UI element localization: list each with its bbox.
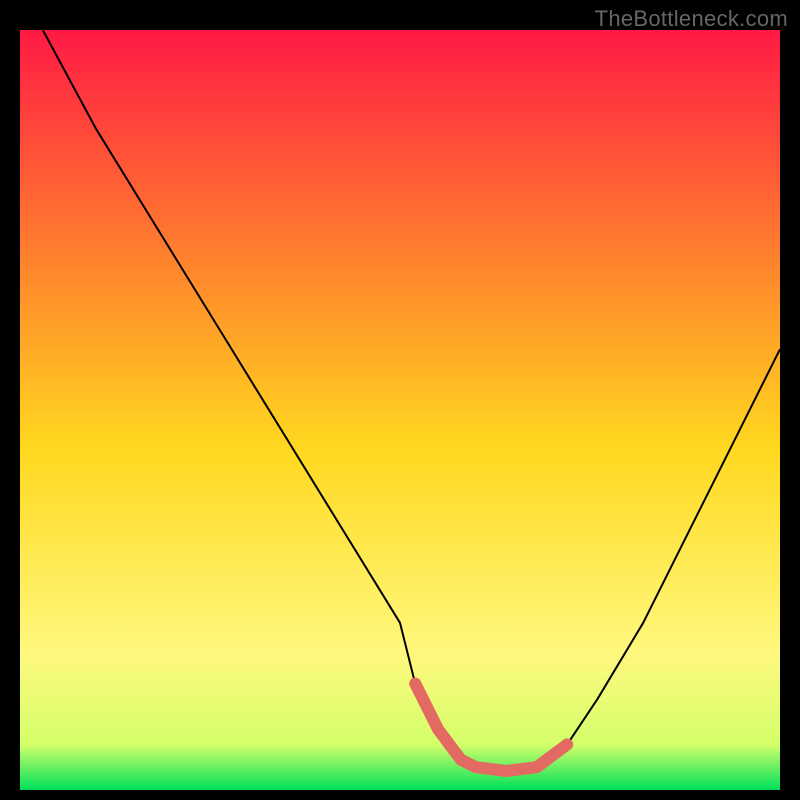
gradient-background bbox=[20, 30, 780, 790]
watermark-text: TheBottleneck.com bbox=[595, 6, 788, 32]
plot-area bbox=[20, 30, 780, 790]
chart-container: TheBottleneck.com bbox=[0, 0, 800, 800]
plot-svg bbox=[20, 30, 780, 790]
